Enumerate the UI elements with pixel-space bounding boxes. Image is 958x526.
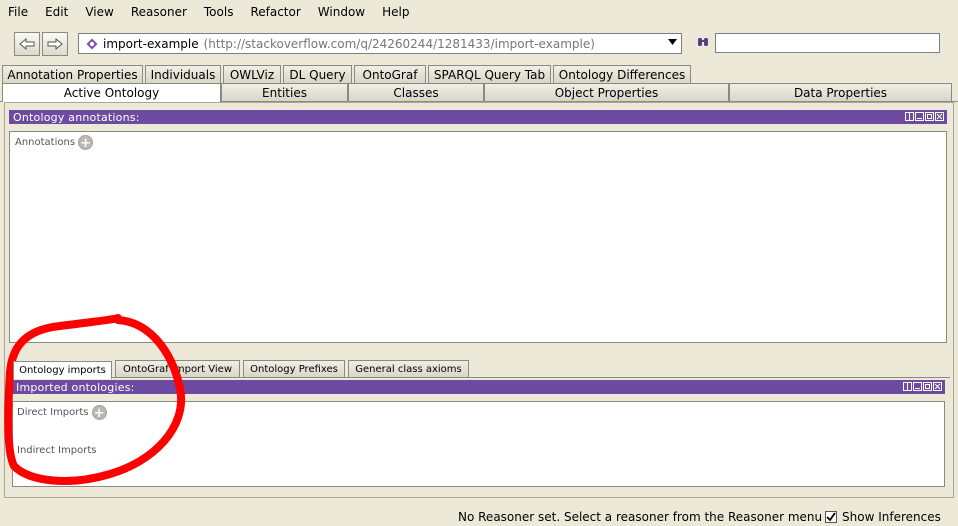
search-input[interactable] bbox=[715, 33, 940, 53]
maximize-icon[interactable] bbox=[925, 112, 934, 121]
direct-imports-section: Direct Imports + bbox=[17, 405, 107, 421]
menu-tools[interactable]: Tools bbox=[196, 5, 243, 19]
forward-button[interactable] bbox=[42, 32, 68, 56]
tab-data-properties[interactable]: Data Properties bbox=[729, 83, 952, 101]
tab-sparql-query[interactable]: SPARQL Query Tab bbox=[428, 65, 551, 83]
ontology-icon bbox=[83, 38, 101, 50]
annotations-label: Annotations bbox=[15, 137, 76, 148]
annotations-view-header: Ontology annotations: bbox=[9, 110, 947, 124]
close-icon[interactable] bbox=[933, 382, 942, 391]
split-view-icon[interactable] bbox=[905, 112, 914, 121]
show-inferences-label: Show Inferences bbox=[842, 510, 941, 524]
indirect-imports-label: Indirect Imports bbox=[17, 445, 97, 456]
back-arrow-icon bbox=[19, 38, 35, 50]
tab-ontology-differences[interactable]: Ontology Differences bbox=[553, 65, 691, 83]
ontology-name: import-example bbox=[103, 36, 199, 51]
imports-view-header: Imported ontologies: bbox=[12, 380, 945, 394]
imports-view-title: Imported ontologies: bbox=[16, 380, 135, 394]
footer-tab-divider bbox=[10, 377, 950, 378]
tab-individuals[interactable]: Individuals bbox=[145, 65, 221, 83]
tab-owlviz[interactable]: OWLViz bbox=[223, 65, 281, 83]
show-inferences-checkbox[interactable] bbox=[825, 511, 837, 523]
back-button[interactable] bbox=[14, 32, 40, 56]
direct-imports-label: Direct Imports bbox=[17, 407, 89, 418]
imports-view-controls bbox=[903, 382, 942, 391]
menu-reasoner[interactable]: Reasoner bbox=[123, 5, 196, 19]
tab-object-properties[interactable]: Object Properties bbox=[484, 83, 729, 101]
minimize-icon[interactable] bbox=[913, 382, 922, 391]
reasoner-status: No Reasoner set. Select a reasoner from … bbox=[458, 510, 823, 524]
menu-help[interactable]: Help bbox=[374, 5, 418, 19]
menu-window[interactable]: Window bbox=[310, 5, 374, 19]
tab-ontology-prefixes[interactable]: Ontology Prefixes bbox=[243, 360, 345, 377]
menu-refactor[interactable]: Refactor bbox=[242, 5, 309, 19]
tab-dl-query[interactable]: DL Query bbox=[283, 65, 352, 83]
add-import-button[interactable]: + bbox=[91, 405, 107, 421]
tab-entities[interactable]: Entities bbox=[221, 83, 348, 101]
menu-bar: File Edit View Reasoner Tools Refactor W… bbox=[0, 0, 958, 24]
status-bar: No Reasoner set. Select a reasoner from … bbox=[0, 507, 958, 526]
split-view-icon[interactable] bbox=[903, 382, 912, 391]
imports-panel bbox=[12, 401, 945, 487]
chevron-down-icon bbox=[668, 39, 677, 45]
tab-active-ontology[interactable]: Active Ontology bbox=[2, 83, 221, 102]
menu-view[interactable]: View bbox=[77, 5, 122, 19]
forward-arrow-icon bbox=[47, 38, 63, 50]
ontology-iri: (http://stackoverflow.com/q/24260244/128… bbox=[203, 36, 595, 51]
tab-classes[interactable]: Classes bbox=[348, 83, 484, 101]
tab-ontology-imports[interactable]: Ontology imports bbox=[13, 361, 112, 379]
tab-general-class-axioms[interactable]: General class axioms bbox=[348, 360, 469, 377]
tab-annotation-properties[interactable]: Annotation Properties bbox=[2, 65, 143, 83]
annotations-section: Annotations + bbox=[15, 135, 94, 151]
indirect-imports-section: Indirect Imports bbox=[17, 445, 96, 456]
tab-ontograf-import-view[interactable]: OntoGraf Import View bbox=[115, 360, 240, 377]
close-icon[interactable] bbox=[935, 112, 944, 121]
minimize-icon[interactable] bbox=[915, 112, 924, 121]
maximize-icon[interactable] bbox=[923, 382, 932, 391]
checkmark-icon bbox=[826, 512, 836, 522]
add-annotation-button[interactable]: + bbox=[78, 135, 94, 151]
binoculars-icon bbox=[698, 38, 708, 46]
annotations-view-title: Ontology annotations: bbox=[13, 110, 140, 124]
view-controls bbox=[905, 112, 944, 121]
toolbar: import-example (http://stackoverflow.com… bbox=[0, 28, 958, 60]
annotations-panel bbox=[9, 131, 947, 343]
menu-edit[interactable]: Edit bbox=[37, 5, 77, 19]
active-ontology-selector[interactable]: import-example (http://stackoverflow.com… bbox=[78, 33, 682, 54]
tab-ontograf[interactable]: OntoGraf bbox=[354, 65, 426, 83]
menu-file[interactable]: File bbox=[0, 5, 37, 19]
